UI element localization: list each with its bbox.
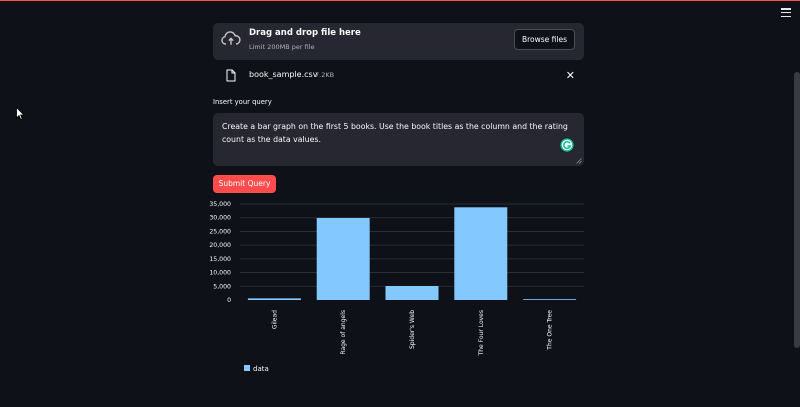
file-icon	[226, 69, 236, 82]
hamburger-menu-icon[interactable]	[781, 8, 791, 18]
query-textarea[interactable]: Create a bar graph on the first 5 books.…	[213, 113, 584, 166]
y-tick-label: 25,000	[209, 228, 231, 235]
legend-swatch	[244, 365, 250, 371]
bar	[385, 286, 439, 300]
page-scrollbar[interactable]	[794, 72, 800, 348]
uploaded-file-row: book_sample.csv 7.2KB ✕	[213, 67, 584, 85]
y-tick-label: 5,000	[213, 283, 231, 290]
x-tick-label: Gilead	[271, 310, 278, 329]
y-tick-label: 15,000	[209, 256, 231, 263]
x-tick-label: The Four Loves	[478, 310, 485, 356]
y-tick-label: 20,000	[209, 242, 231, 249]
query-label: Insert your query	[213, 98, 272, 106]
top-decoration-bar	[0, 0, 800, 1]
mouse-cursor-icon	[16, 107, 25, 120]
remove-file-close-icon[interactable]: ✕	[566, 69, 575, 82]
uploader-limit-text: Limit 200MB per file	[249, 43, 315, 51]
resize-handle-icon[interactable]	[576, 158, 582, 164]
legend-label: data	[253, 365, 269, 373]
x-tick-label: The One Tree	[547, 310, 554, 351]
bar-chart: 0 5,000 10,000 15,000 20,000 25,000 30,000 35,0…	[209, 201, 584, 373]
y-tick-label: 30,000	[209, 215, 231, 222]
bar	[247, 298, 301, 300]
y-tick-label: 35,000	[209, 201, 231, 208]
bar	[316, 217, 370, 300]
submit-query-button[interactable]: Submit Query	[213, 175, 276, 193]
file-uploader-dropzone[interactable]: Drag and drop file here Limit 200MB per …	[213, 23, 584, 60]
browse-files-button[interactable]: Browse files	[513, 29, 575, 50]
file-size: 7.2KB	[315, 71, 335, 79]
y-tick-label: 10,000	[209, 270, 231, 277]
x-tick-label: Spider's Web	[409, 310, 416, 349]
query-text: Create a bar graph on the first 5 books.…	[222, 122, 568, 144]
y-tick-label: 0	[227, 297, 231, 304]
bar	[454, 207, 508, 300]
cloud-upload-icon	[221, 31, 241, 45]
grammarly-icon[interactable]	[560, 138, 574, 152]
file-name: book_sample.csv	[249, 70, 318, 79]
bar	[523, 299, 577, 300]
x-tick-label: Rage of angels	[340, 310, 347, 355]
uploader-title: Drag and drop file here	[249, 28, 361, 38]
